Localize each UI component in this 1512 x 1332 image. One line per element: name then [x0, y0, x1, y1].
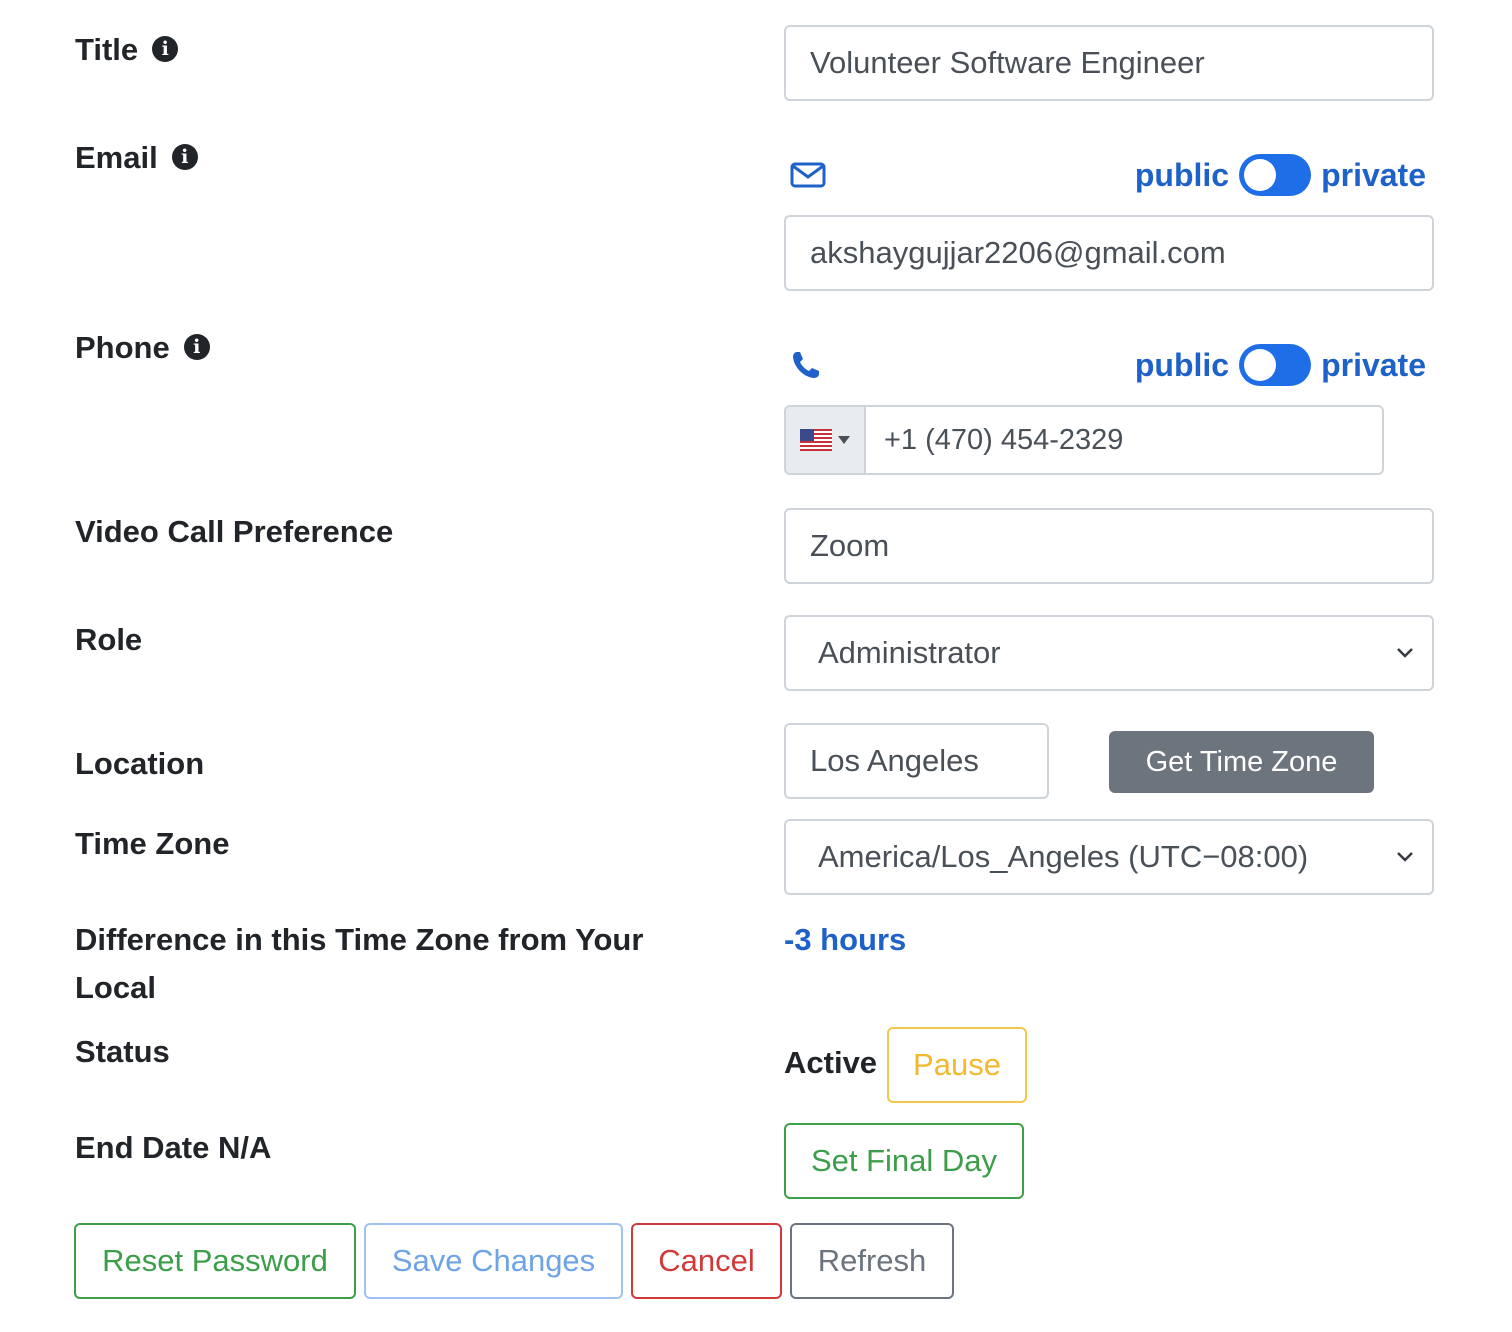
email-visibility-toggle: public private — [1135, 154, 1426, 196]
chevron-down-icon — [1397, 648, 1413, 658]
time-difference-label: Difference in this Time Zone from Your L… — [75, 922, 644, 1005]
time-difference-value: -3 hours — [784, 922, 907, 957]
role-label: Role — [75, 622, 143, 657]
email-visibility-row: public private — [790, 150, 1426, 200]
title-input[interactable]: Volunteer Software Engineer — [784, 25, 1434, 101]
phone-visibility-row: public private — [790, 340, 1426, 390]
envelope-icon — [790, 162, 826, 188]
location-input[interactable]: Los Angeles — [784, 723, 1049, 799]
info-circle-icon[interactable]: i — [152, 35, 179, 62]
refresh-button[interactable]: Refresh — [790, 1223, 954, 1299]
save-changes-button[interactable]: Save Changes — [364, 1223, 623, 1299]
cancel-button[interactable]: Cancel — [631, 1223, 782, 1299]
phone-input[interactable]: +1 (470) 454-2329 — [866, 407, 1382, 473]
email-visibility-switch[interactable] — [1239, 154, 1312, 196]
phone-visibility-switch[interactable] — [1239, 344, 1312, 386]
reset-password-button[interactable]: Reset Password — [74, 1223, 356, 1299]
caret-down-icon — [838, 436, 850, 444]
phone-icon — [793, 352, 819, 378]
email-input[interactable]: akshaygujjar2206@gmail.com — [784, 215, 1434, 291]
get-time-zone-button[interactable]: Get Time Zone — [1109, 731, 1374, 793]
info-circle-icon[interactable]: i — [183, 333, 210, 360]
status-label: Status — [75, 1034, 170, 1069]
status-value: Active — [784, 1045, 878, 1080]
end-date-label: End Date N/A — [75, 1130, 272, 1165]
us-flag-icon — [800, 429, 832, 451]
set-final-day-button[interactable]: Set Final Day — [784, 1123, 1024, 1199]
phone-visibility-toggle: public private — [1135, 344, 1426, 386]
role-select[interactable]: Administrator — [784, 615, 1434, 691]
phone-input-group: +1 (470) 454-2329 — [784, 405, 1384, 475]
chevron-down-icon — [1397, 852, 1413, 862]
location-label: Location — [75, 746, 205, 781]
email-label: Email i — [75, 134, 198, 182]
pause-button[interactable]: Pause — [887, 1027, 1027, 1103]
time-zone-select[interactable]: America/Los_Angeles (UTC−08:00) — [784, 819, 1434, 895]
phone-label: Phone i — [75, 324, 210, 372]
info-circle-icon[interactable]: i — [171, 143, 198, 170]
video-call-input[interactable]: Zoom — [784, 508, 1434, 584]
video-call-label: Video Call Preference — [75, 514, 394, 549]
country-selector[interactable] — [786, 407, 866, 473]
time-zone-label: Time Zone — [75, 826, 230, 861]
title-label: Title i — [75, 26, 179, 74]
